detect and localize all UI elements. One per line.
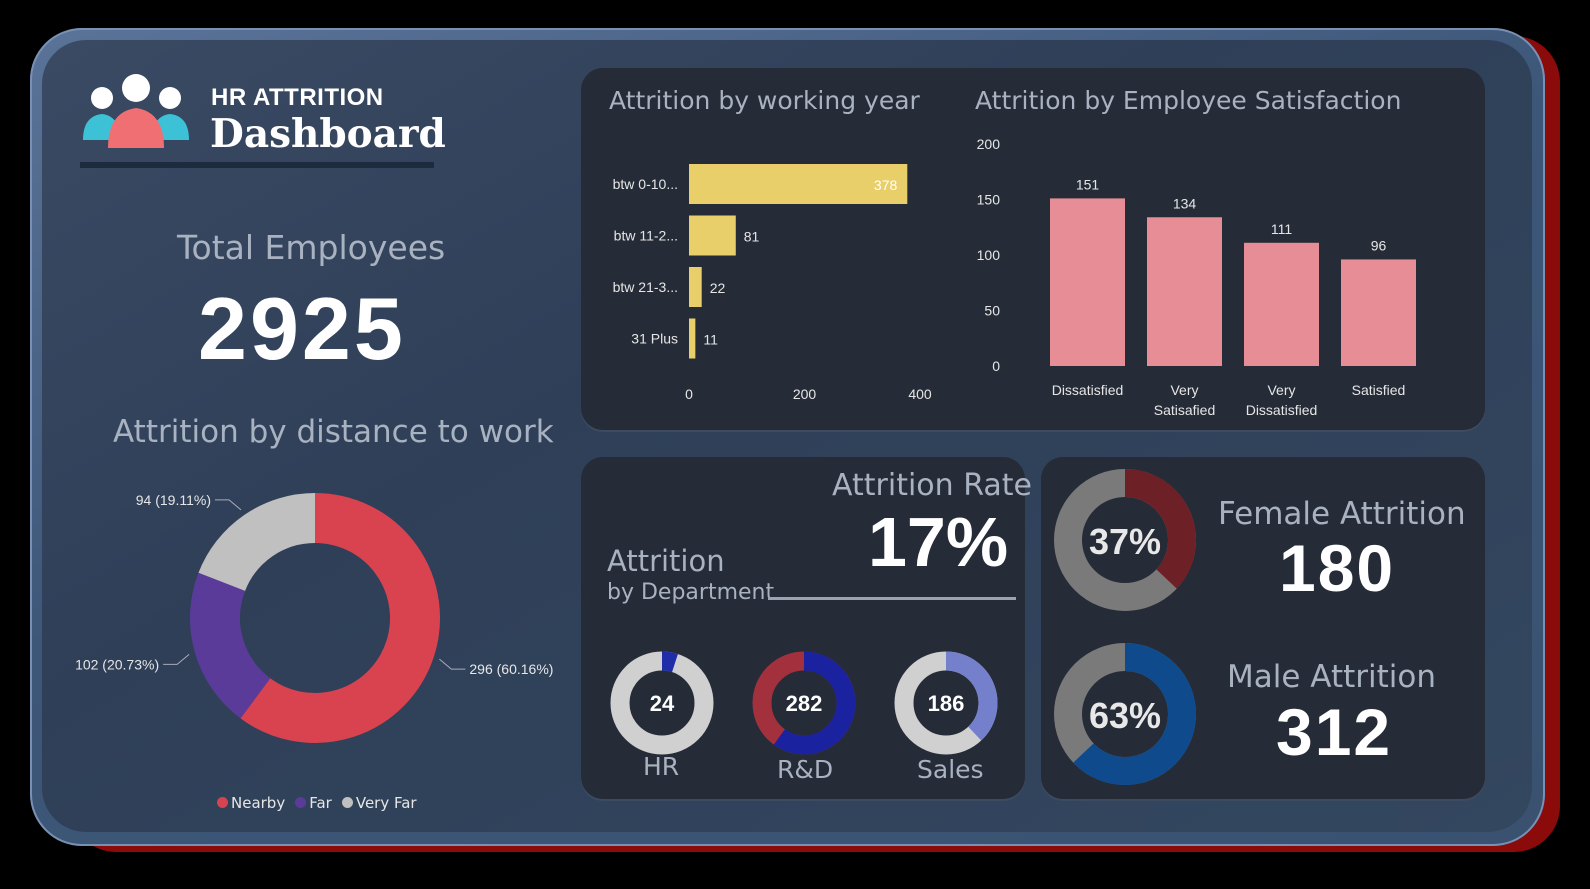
total-employees-label: Total Employees [177, 228, 446, 267]
satisfaction-bar-2 [1244, 242, 1319, 366]
logo [80, 72, 192, 152]
legend-item-nearby: Nearby [217, 794, 285, 812]
male-attrition-value: 312 [1276, 695, 1393, 769]
female-donut-percent: 37% [1089, 521, 1161, 562]
satisfaction-y-tick-4: 200 [977, 136, 1001, 152]
satisfaction-category-label-2-0: Very [1267, 382, 1295, 398]
satisfaction-value-label-3: 96 [1371, 237, 1387, 253]
distance-data-label-0: 296 (60.16%) [469, 661, 553, 677]
working-year-category-label-0: btw 0-10... [613, 176, 678, 192]
distance-data-label-2: 94 (19.11%) [136, 492, 211, 508]
distance-chart-title: Attrition by distance to work [113, 414, 554, 450]
distance-leader-2 [215, 499, 242, 511]
dept-label-rd: R&D [777, 755, 834, 784]
male-attrition-label: Male Attrition [1227, 659, 1436, 695]
female-attrition-label: Female Attrition [1218, 496, 1466, 532]
working-year-category-label-2: btw 21-3... [613, 279, 678, 295]
distance-leader-1 [163, 653, 190, 665]
dept-donut-value-0: 24 [650, 691, 675, 716]
distance-legend: Nearby Far Very Far [217, 794, 417, 812]
satisfaction-bar-1 [1147, 217, 1222, 366]
dept-label-hr: HR [643, 752, 680, 781]
working-year-category-label-3: 31 Plus [631, 331, 678, 347]
working-year-x-tick-0: 0 [685, 386, 693, 402]
people-group-icon [83, 74, 189, 148]
department-subtitle: by Department [607, 580, 775, 605]
satisfaction-category-label-1-1: Satisafied [1154, 402, 1215, 418]
working-year-value-label-2: 22 [710, 280, 726, 296]
working-year-x-tick-1: 200 [793, 386, 817, 402]
working-year-bar-1 [689, 215, 736, 256]
satisfaction-value-label-0: 151 [1076, 176, 1100, 192]
distance-leader-0 [439, 658, 466, 670]
satisfaction-y-tick-1: 50 [984, 303, 1000, 319]
working-year-value-label-1: 81 [744, 229, 760, 245]
satisfaction-y-tick-3: 150 [977, 192, 1001, 208]
department-title: Attrition [607, 544, 725, 578]
header-title-small: HR ATTRITION [211, 84, 384, 111]
satisfaction-category-label-2-1: Dissatisfied [1246, 402, 1318, 418]
working-year-bar-chart: btw 0-10... 378 btw 11-2... 81 btw 21-3... 22… [613, 164, 932, 402]
legend-item-far: Far [295, 794, 332, 812]
satisfaction-category-label-1-0: Very [1170, 382, 1198, 398]
department-divider [768, 597, 1016, 600]
dept-donut-value-1: 282 [786, 691, 823, 716]
distance-donut-chart: 296 (60.16%) 102 (20.73%) 94 (19.11%) [75, 492, 553, 743]
attrition-rate-value: 17% [868, 503, 1009, 581]
dept-label-sales: Sales [917, 755, 984, 784]
satisfaction-bar-3 [1341, 259, 1416, 366]
working-year-value-label-3: 11 [703, 332, 718, 348]
working-year-x-tick-2: 400 [908, 386, 932, 402]
satisfaction-y-tick-0: 0 [992, 358, 1000, 374]
dept-donut-0-value-arc [661, 651, 678, 673]
distance-data-label-1: 102 (20.73%) [75, 656, 159, 672]
header-title-large: Dashboard [210, 111, 446, 157]
working-year-bar-2 [689, 267, 702, 307]
attrition-rate-label: Attrition Rate [832, 468, 1032, 503]
female-attrition-value: 180 [1279, 531, 1396, 605]
satisfaction-bar-chart: 0 50 100 150 200 151 Dissatisfied 134 Very Satisa… [977, 136, 1416, 418]
satisfaction-category-label-3-0: Satisfied [1352, 382, 1406, 398]
legend-item-very-far: Very Far [341, 794, 417, 812]
male-donut-percent: 63% [1089, 695, 1161, 736]
working-year-value-label-0: 378 [874, 177, 898, 193]
distance-slice-1 [190, 572, 272, 719]
gender-donuts: 37% 63% [1054, 469, 1196, 785]
satisfaction-category-label-0-0: Dissatisfied [1052, 382, 1124, 398]
working-year-category-label-1: btw 11-2... [614, 228, 678, 244]
working-year-bar-3 [689, 318, 696, 359]
satisfaction-y-tick-2: 100 [977, 247, 1001, 263]
total-employees-value: 2925 [198, 279, 406, 378]
satisfaction-bar-0 [1050, 198, 1125, 366]
header-underline [80, 162, 434, 168]
satisfaction-value-label-2: 111 [1271, 221, 1292, 237]
distance-slice-2 [198, 493, 316, 592]
dept-donut-value-2: 186 [928, 691, 965, 716]
satisfaction-value-label-1: 134 [1173, 195, 1197, 211]
satisfaction-chart-title: Attrition by Employee Satisfaction [975, 86, 1402, 115]
working-year-chart-title: Attrition by working year [609, 86, 920, 115]
